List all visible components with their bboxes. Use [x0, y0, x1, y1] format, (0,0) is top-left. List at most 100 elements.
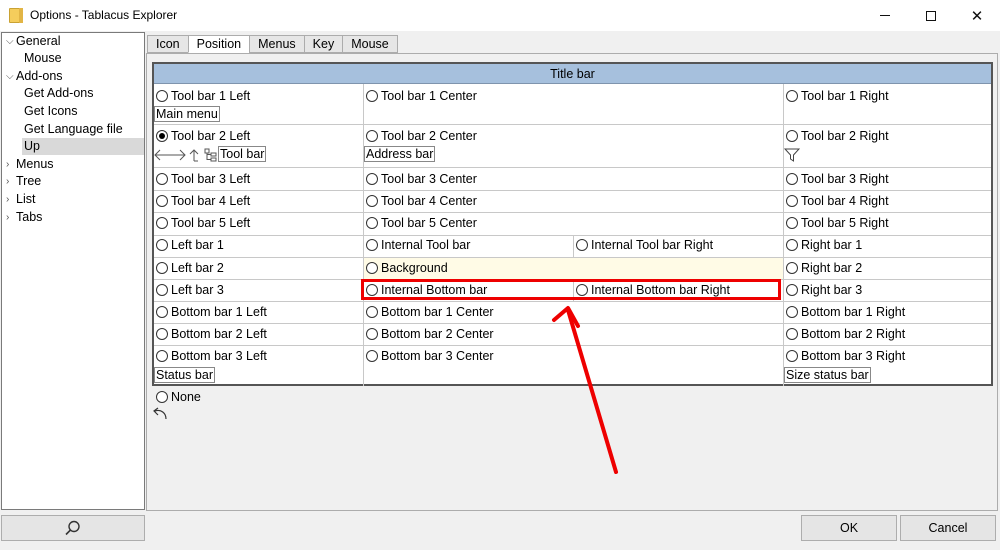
tree-item-get-icons[interactable]: Get Icons: [2, 103, 144, 120]
chevron-down-icon[interactable]: ⌵: [6, 33, 16, 50]
undo-icon[interactable]: [151, 407, 169, 423]
radio-circle[interactable]: [156, 262, 168, 274]
tool-bar-item[interactable]: Tool bar: [218, 146, 267, 162]
tree-item-get-language-file[interactable]: Get Language file: [2, 121, 144, 138]
radio-circle[interactable]: [366, 195, 378, 207]
radio-circle[interactable]: [156, 90, 168, 102]
tree-item-mouse[interactable]: Mouse: [2, 50, 144, 67]
tree-item-general[interactable]: ⌵ General: [2, 33, 144, 50]
radio-circle[interactable]: [786, 90, 798, 102]
tree-view-icon[interactable]: [204, 148, 218, 162]
chevron-down-icon[interactable]: ⌵: [6, 68, 16, 85]
radio-circle[interactable]: [366, 328, 378, 340]
radio-bottombar3-center[interactable]: Bottom bar 3 Center: [366, 349, 494, 363]
radio-bottombar1-right[interactable]: Bottom bar 1 Right: [786, 305, 905, 319]
radio-bottombar2-right[interactable]: Bottom bar 2 Right: [786, 327, 905, 341]
cancel-button[interactable]: Cancel: [900, 515, 996, 541]
radio-circle[interactable]: [786, 195, 798, 207]
radio-circle[interactable]: [366, 173, 378, 185]
radio-bottombar2-left[interactable]: Bottom bar 2 Left: [156, 327, 267, 341]
radio-circle[interactable]: [576, 239, 588, 251]
radio-circle[interactable]: [156, 195, 168, 207]
tree-item-menus[interactable]: › Menus: [2, 156, 144, 173]
tab-mouse[interactable]: Mouse: [342, 35, 398, 53]
radio-bottombar1-left[interactable]: Bottom bar 1 Left: [156, 305, 267, 319]
radio-toolbar1-center[interactable]: Tool bar 1 Center: [366, 89, 477, 103]
radio-circle[interactable]: [786, 130, 798, 142]
radio-toolbar4-center[interactable]: Tool bar 4 Center: [366, 194, 477, 208]
radio-right-bar-3[interactable]: Right bar 3: [786, 283, 862, 297]
radio-circle-selected[interactable]: [156, 130, 168, 142]
tree-item-add-ons[interactable]: ⌵ Add-ons: [2, 68, 144, 85]
chevron-right-icon[interactable]: ›: [6, 209, 16, 226]
radio-left-bar-1[interactable]: Left bar 1: [156, 238, 224, 252]
radio-toolbar2-left[interactable]: Tool bar 2 Left: [156, 129, 250, 143]
radio-bottombar3-right[interactable]: Bottom bar 3 Right: [786, 349, 905, 363]
size-status-bar-item[interactable]: Size status bar: [784, 367, 871, 383]
tab-key[interactable]: Key: [303, 35, 344, 53]
radio-circle[interactable]: [366, 262, 378, 274]
radio-circle[interactable]: [786, 173, 798, 185]
chevron-right-icon[interactable]: ›: [6, 156, 16, 173]
chevron-right-icon[interactable]: ›: [6, 173, 16, 190]
radio-right-bar-2[interactable]: Right bar 2: [786, 261, 862, 275]
radio-toolbar1-left[interactable]: Tool bar 1 Left: [156, 89, 250, 103]
radio-circle[interactable]: [366, 239, 378, 251]
radio-circle[interactable]: [786, 217, 798, 229]
radio-left-bar-2[interactable]: Left bar 2: [156, 261, 224, 275]
radio-circle[interactable]: [156, 173, 168, 185]
radio-circle[interactable]: [786, 350, 798, 362]
radio-right-bar-1[interactable]: Right bar 1: [786, 238, 862, 252]
tree-item-get-add-ons[interactable]: Get Add-ons: [2, 85, 144, 102]
radio-toolbar3-right[interactable]: Tool bar 3 Right: [786, 172, 889, 186]
tree-item-list[interactable]: › List: [2, 191, 144, 208]
tab-position[interactable]: Position: [187, 35, 251, 53]
radio-circle[interactable]: [366, 90, 378, 102]
radio-left-bar-3[interactable]: Left bar 3: [156, 283, 224, 297]
radio-circle[interactable]: [156, 306, 168, 318]
radio-circle[interactable]: [366, 350, 378, 362]
radio-toolbar2-center[interactable]: Tool bar 2 Center: [366, 129, 477, 143]
radio-toolbar4-left[interactable]: Tool bar 4 Left: [156, 194, 250, 208]
radio-circle[interactable]: [786, 262, 798, 274]
maximize-button[interactable]: [908, 0, 954, 31]
search-button[interactable]: [1, 515, 145, 541]
radio-toolbar3-left[interactable]: Tool bar 3 Left: [156, 172, 250, 186]
radio-none[interactable]: None: [156, 390, 201, 404]
chevron-right-icon[interactable]: ›: [6, 191, 16, 208]
radio-toolbar2-right[interactable]: Tool bar 2 Right: [786, 129, 889, 143]
radio-bottombar2-center[interactable]: Bottom bar 2 Center: [366, 327, 494, 341]
radio-circle[interactable]: [156, 217, 168, 229]
filter-icon[interactable]: [784, 148, 800, 162]
radio-internal-tool-bar-right[interactable]: Internal Tool bar Right: [576, 238, 713, 252]
minimize-button[interactable]: [862, 0, 908, 31]
up-arrow-icon[interactable]: [188, 148, 200, 162]
radio-bottombar1-center[interactable]: Bottom bar 1 Center: [366, 305, 494, 319]
radio-toolbar1-right[interactable]: Tool bar 1 Right: [786, 89, 889, 103]
radio-internal-tool-bar[interactable]: Internal Tool bar: [366, 238, 470, 252]
ok-button[interactable]: OK: [801, 515, 897, 541]
radio-bottombar3-left[interactable]: Bottom bar 3 Left: [156, 349, 267, 363]
back-forward-arrows-icon[interactable]: [154, 148, 188, 162]
close-button[interactable]: ✕: [954, 0, 1000, 31]
radio-circle[interactable]: [156, 350, 168, 362]
radio-toolbar5-right[interactable]: Tool bar 5 Right: [786, 216, 889, 230]
radio-circle[interactable]: [786, 239, 798, 251]
tree-item-tabs[interactable]: › Tabs: [2, 209, 144, 226]
radio-background[interactable]: Background: [366, 261, 448, 275]
radio-toolbar5-left[interactable]: Tool bar 5 Left: [156, 216, 250, 230]
radio-circle[interactable]: [156, 328, 168, 340]
tree-item-up[interactable]: Up: [22, 138, 144, 155]
radio-toolbar3-center[interactable]: Tool bar 3 Center: [366, 172, 477, 186]
radio-circle[interactable]: [366, 217, 378, 229]
radio-circle[interactable]: [786, 328, 798, 340]
radio-toolbar5-center[interactable]: Tool bar 5 Center: [366, 216, 477, 230]
radio-circle[interactable]: [156, 391, 168, 403]
radio-circle[interactable]: [786, 306, 798, 318]
tree-item-tree[interactable]: › Tree: [2, 173, 144, 190]
address-bar-item[interactable]: Address bar: [364, 146, 436, 162]
tab-icon[interactable]: Icon: [147, 35, 189, 53]
radio-circle[interactable]: [366, 130, 378, 142]
radio-circle[interactable]: [156, 239, 168, 251]
radio-circle[interactable]: [156, 284, 168, 296]
